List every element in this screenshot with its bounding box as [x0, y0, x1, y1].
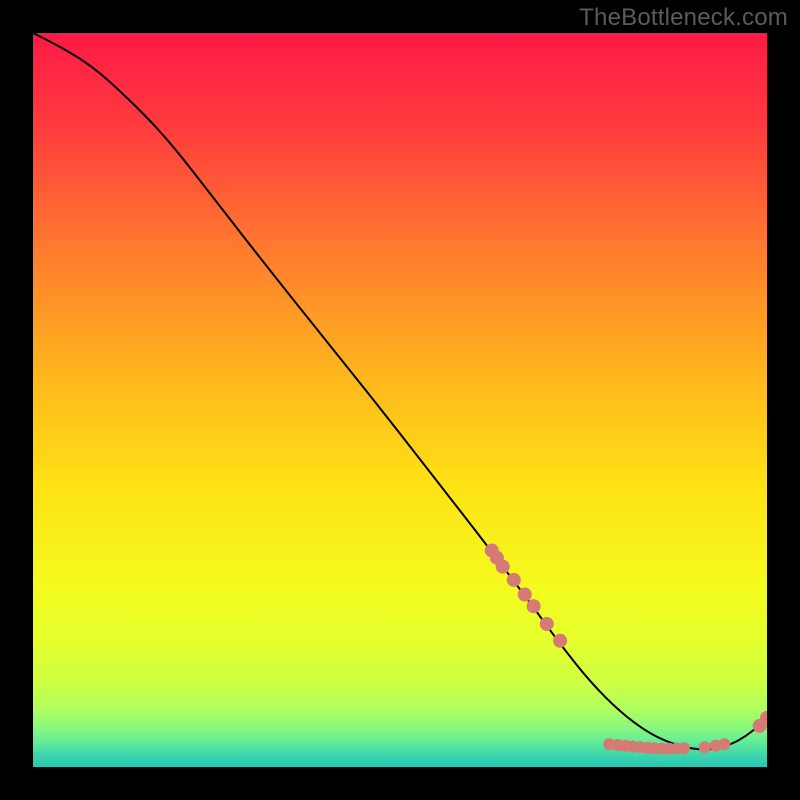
data-point — [507, 573, 521, 587]
data-point — [496, 560, 510, 574]
data-point — [540, 617, 554, 631]
data-markers — [33, 33, 767, 767]
data-point — [553, 634, 567, 648]
data-point — [518, 588, 532, 602]
chart-frame: TheBottleneck.com — [0, 0, 800, 800]
data-point — [527, 599, 541, 613]
data-point — [718, 738, 730, 750]
data-point — [678, 742, 690, 754]
watermark-text: TheBottleneck.com — [579, 4, 788, 32]
plot-area — [33, 33, 767, 767]
data-point — [699, 741, 711, 753]
